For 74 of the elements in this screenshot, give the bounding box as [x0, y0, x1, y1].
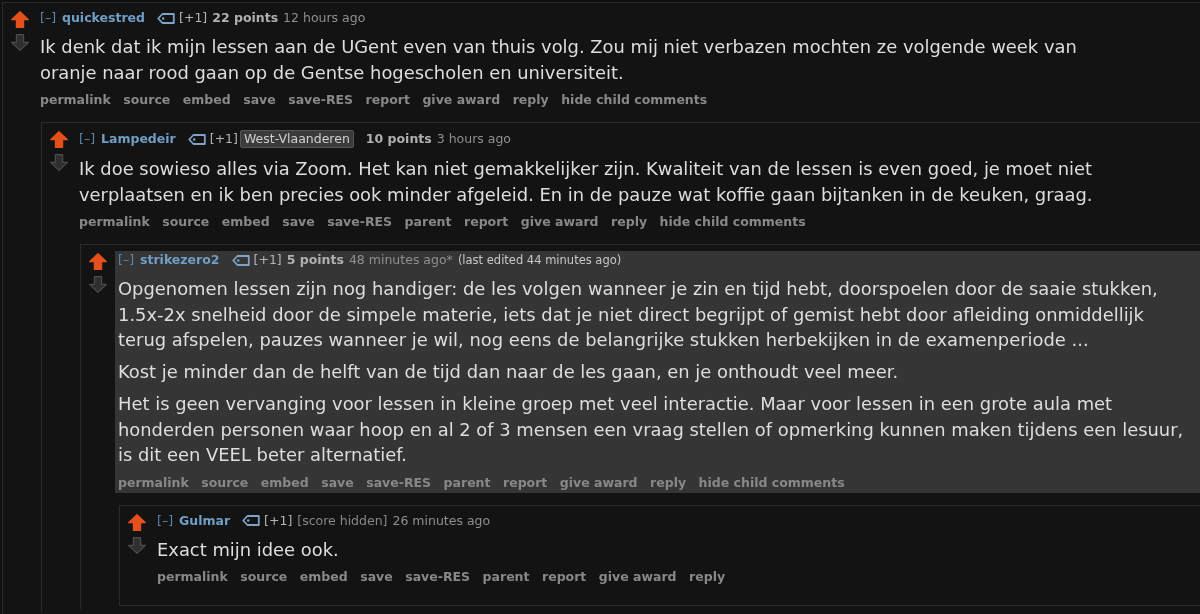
comment-action-link[interactable]: parent [482, 569, 530, 585]
comment-action-link[interactable]: parent [443, 474, 491, 491]
upvote-arrow-icon[interactable] [11, 11, 29, 28]
upvote-arrow-icon[interactable] [89, 253, 107, 270]
comment-action-link[interactable]: save [321, 474, 354, 491]
comment-action-link[interactable]: hide child comments [561, 92, 708, 108]
comment-text: Opgenomen lessen zijn nog handiger: de les volgen wanneer je zin en tijd hebt, doorspoelen door de saaie stukken, 1.5x-2x snelheid door de simpele materie, iets dat je niet direct begrijpt of gemist hebt door afleiding onmiddellijk terug afspelen, pauzes wanneer je wil, nog eens de belangrijke stukken herbekijken in de examenperiode ... [118, 277, 1159, 352]
comment-action-link[interactable]: report [464, 214, 509, 230]
edit-note: (last edited 44 minutes ago) [457, 252, 622, 268]
comment-action-link[interactable]: report [365, 92, 410, 108]
timestamp: 26 minutes ago [392, 512, 491, 529]
tag-icon[interactable] [242, 515, 261, 526]
score-text: [score hidden] [297, 512, 388, 529]
comment-action-link[interactable]: give award [422, 92, 501, 108]
vote-weight: [+1] [253, 252, 282, 268]
comment-action-link[interactable]: save [360, 569, 393, 585]
comment-action-link[interactable]: save [243, 92, 276, 108]
comment-action-link[interactable]: hide child comments [659, 214, 806, 230]
comment-action-link[interactable]: report [503, 474, 548, 491]
collapse-toggle[interactable]: [–] [118, 252, 134, 268]
comment-action-link[interactable]: embed [299, 569, 348, 585]
timestamp: 48 minutes ago* [348, 252, 453, 268]
comment-text: Kost je minder dan de helft van de tijd dan naar de les gaan, en je onthoudt veel meer. [118, 360, 900, 384]
username-link[interactable]: quickestred [62, 10, 146, 26]
comment-action-link[interactable]: embed [221, 214, 270, 230]
comment-action-link[interactable]: reply [689, 569, 726, 585]
score-text: 10 points [365, 131, 432, 147]
username-link[interactable]: Gulmar [179, 512, 231, 529]
comment-action-link[interactable]: source [240, 569, 288, 585]
score-text: 5 points [286, 252, 344, 268]
comment-action-link[interactable]: give award [520, 214, 599, 230]
comment-action-link[interactable]: hide child comments [698, 474, 845, 491]
comment-action-link[interactable]: permalink [118, 474, 189, 491]
comment-action-link[interactable]: save-RES [288, 92, 354, 108]
vote-weight: [+1] [264, 512, 293, 529]
comment-action-link[interactable]: permalink [40, 92, 111, 108]
timestamp: 3 hours ago [436, 131, 511, 147]
comment-action-link[interactable]: save-RES [405, 569, 471, 585]
comment-action-link[interactable]: save-RES [366, 474, 432, 491]
upvote-arrow-icon[interactable] [128, 513, 146, 531]
comment-action-link[interactable]: reply [611, 214, 648, 230]
comment-text: Ik denk dat ik mijn lessen aan de UGent even van thuis volg. Zou mij niet verbazen mochten ze volgende week van oranje naar rood gaan op de Gentse hogescholen en universiteit. [40, 35, 1078, 85]
comment-action-link[interactable]: reply [512, 92, 549, 108]
vote-weight: [+1] [209, 131, 238, 147]
score-text: 22 points [212, 10, 279, 26]
comment-action-link[interactable]: source [162, 214, 210, 230]
comment-action-link[interactable]: report [542, 569, 587, 585]
comment-action-link[interactable]: save-RES [327, 214, 393, 230]
comment-action-link[interactable]: give award [559, 474, 638, 491]
comment-text: Exact mijn idee ook. [157, 537, 340, 562]
timestamp: 12 hours ago [283, 10, 366, 26]
comment-action-link[interactable]: give award [598, 569, 677, 585]
user-flair: West-Vlaanderen [239, 130, 354, 148]
tag-icon[interactable] [231, 254, 250, 266]
comment-action-link[interactable]: permalink [79, 214, 150, 230]
comment-action-link[interactable]: embed [260, 474, 309, 491]
comment-action-link[interactable]: embed [182, 92, 231, 108]
comment-action-link[interactable]: save [282, 214, 315, 230]
collapse-toggle[interactable]: [–] [157, 512, 173, 529]
username-link[interactable]: Lampedeir [101, 131, 176, 147]
comment-action-link[interactable]: permalink [157, 569, 228, 585]
collapse-toggle[interactable]: [–] [40, 10, 56, 26]
vote-weight: [+1] [179, 10, 208, 26]
username-link[interactable]: strikezero2 [140, 252, 220, 268]
comment-text: Ik doe sowieso alles via Zoom. Het kan niet gemakkelijker zijn. Kwaliteit van de lessen is even goed, je moet niet verplaatsen en ik ben precies ook minder afgeleid. En in de pauze wat koffie gaan bijtanken in de keuken, graag. [79, 157, 1094, 207]
comment-action-link[interactable]: parent [404, 214, 452, 230]
upvote-arrow-icon[interactable] [50, 131, 68, 148]
collapse-toggle[interactable]: [–] [79, 131, 95, 147]
tag-icon[interactable] [187, 133, 206, 145]
comment-action-link[interactable]: reply [650, 474, 687, 491]
tag-icon[interactable] [157, 12, 176, 24]
comment-text: Het is geen vervanging voor lessen in kleine groep met veel interactie. Maar voor lessen in een grote aula met honderden personen waar hoop en al 2 of 3 mensen een vraag stellen of opmerking kunnen maken tijdens een lesuur, is dit een VEEL beter alternatief. [118, 392, 1185, 467]
comment-action-link[interactable]: source [201, 474, 249, 491]
comment-action-link[interactable]: source [123, 92, 171, 108]
